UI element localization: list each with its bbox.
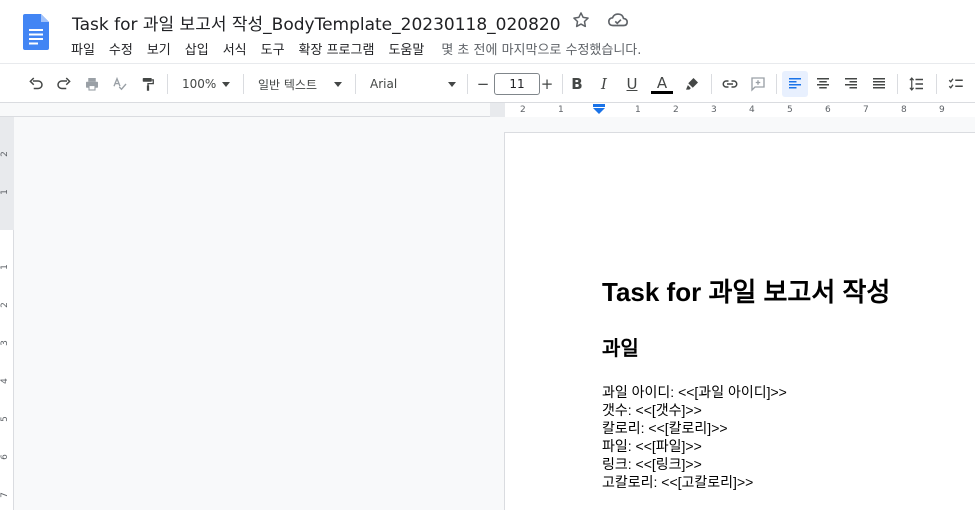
ruler-tick-label: 4 — [0, 378, 10, 384]
cloud-saved-icon[interactable] — [607, 10, 629, 30]
menu-extensions[interactable]: 확장 프로그램 — [292, 39, 382, 58]
ruler-tick-label: 8 — [901, 105, 907, 115]
highlight-color-icon[interactable] — [680, 71, 704, 97]
ruler-tick-label: 9 — [939, 105, 945, 115]
spellcheck-icon[interactable] — [108, 71, 132, 97]
menu-file[interactable]: 파일 — [64, 39, 102, 58]
last-edit-status[interactable]: 몇 초 전에 마지막으로 수정했습니다. — [441, 39, 641, 58]
underline-button[interactable]: U — [621, 71, 643, 97]
menu-format[interactable]: 서식 — [216, 39, 254, 58]
text-color-label: A — [656, 73, 668, 92]
text-color-button[interactable]: A — [650, 71, 674, 97]
bold-button[interactable]: B — [566, 71, 588, 97]
font-family-select[interactable]: Arial — [364, 71, 462, 97]
ruler-margin — [0, 117, 14, 230]
line-spacing-icon[interactable] — [905, 71, 929, 97]
toolbar-separator — [897, 74, 898, 94]
vertical-ruler[interactable]: 2 1 1 2 3 4 5 6 7 — [0, 117, 14, 510]
toolbar-separator — [467, 74, 468, 94]
toolbar-separator — [243, 74, 244, 94]
toolbar: 100% 일반 텍스트 Arial − 11 + B I U A — [0, 63, 975, 103]
align-left-icon[interactable] — [782, 71, 808, 97]
align-justify-icon[interactable] — [867, 71, 891, 97]
italic-button[interactable]: I — [593, 71, 615, 97]
document-line[interactable]: 파일: <<[파일]>> — [602, 437, 787, 455]
toolbar-separator — [167, 74, 168, 94]
menu-insert[interactable]: 삽입 — [178, 39, 216, 58]
document-title[interactable]: Task for 과일 보고서 작성_BodyTemplate_20230118… — [72, 10, 561, 35]
toolbar-separator — [711, 74, 712, 94]
ruler-tick-label: 1 — [635, 105, 641, 115]
font-size-input[interactable]: 11 — [494, 73, 540, 95]
ruler-tick-label: 1 — [0, 264, 10, 270]
chevron-down-icon — [222, 81, 231, 87]
menu-help[interactable]: 도움말 — [381, 39, 431, 58]
ruler-tick-label: 5 — [0, 416, 10, 422]
align-center-icon[interactable] — [811, 71, 835, 97]
ruler-tick-label: 7 — [0, 492, 10, 498]
ruler-tick-label: 6 — [0, 454, 10, 460]
document-line[interactable]: 갯수: <<[갯수]>> — [602, 401, 787, 419]
indent-marker-icon[interactable] — [593, 104, 605, 114]
chevron-down-icon — [334, 81, 342, 87]
toolbar-separator — [776, 74, 777, 94]
document-heading-2[interactable]: 과일 — [602, 332, 639, 361]
checklist-icon[interactable] — [944, 71, 968, 97]
ruler-tick-label: 3 — [0, 340, 10, 346]
ruler-tick-label: 2 — [673, 105, 679, 115]
ruler-tick-label: 3 — [711, 105, 717, 115]
undo-icon[interactable] — [24, 71, 48, 97]
zoom-select[interactable]: 100% — [176, 71, 236, 97]
align-right-icon[interactable] — [839, 71, 863, 97]
menu-edit[interactable]: 수정 — [102, 39, 140, 58]
chevron-down-icon — [448, 81, 456, 87]
document-line[interactable]: 칼로리: <<[칼로리]>> — [602, 419, 787, 437]
font-family-value: Arial — [370, 77, 398, 91]
toolbar-separator — [562, 74, 563, 94]
ruler-tick-label: 4 — [749, 105, 755, 115]
decrease-font-size-button[interactable]: − — [472, 71, 494, 97]
star-icon[interactable] — [571, 10, 591, 30]
add-comment-icon[interactable] — [746, 71, 770, 97]
ruler-tick-label: 1 — [558, 105, 564, 115]
ruler-tick-label: 6 — [825, 105, 831, 115]
toolbar-separator — [936, 74, 937, 94]
google-docs-logo-icon[interactable] — [23, 14, 49, 50]
redo-icon[interactable] — [52, 71, 76, 97]
menu-bar: 파일 수정 보기 삽입 서식 도구 확장 프로그램 도움말 몇 초 전에 마지막… — [64, 38, 641, 58]
increase-font-size-button[interactable]: + — [536, 71, 558, 97]
text-color-swatch — [651, 90, 673, 94]
zoom-value: 100% — [182, 77, 217, 91]
document-line[interactable]: 과일 아이디: <<[과일 아이디]>> — [602, 383, 787, 401]
paint-format-icon[interactable] — [136, 71, 160, 97]
header: Task for 과일 보고서 작성_BodyTemplate_20230118… — [0, 0, 975, 63]
horizontal-ruler[interactable]: 2 1 1 2 3 4 5 6 7 8 9 — [0, 103, 975, 117]
ruler-tick-label: 7 — [863, 105, 869, 115]
ruler-tick-label: 2 — [0, 302, 10, 308]
document-body[interactable]: 과일 아이디: <<[과일 아이디]>> 갯수: <<[갯수]>> 칼로리: <… — [602, 383, 787, 491]
document-line[interactable]: 링크: <<[링크]>> — [602, 455, 787, 473]
print-icon[interactable] — [80, 71, 104, 97]
ruler-tick-label: 5 — [787, 105, 793, 115]
ruler-tick-label: 2 — [520, 105, 526, 115]
ruler-tick-label: 2 — [0, 151, 10, 157]
link-icon[interactable] — [718, 71, 742, 97]
document-line[interactable]: 고칼로리: <<[고칼로리]>> — [602, 473, 787, 491]
ruler-margin — [490, 103, 505, 117]
document-heading-1[interactable]: Task for 과일 보고서 작성 — [602, 272, 890, 309]
toolbar-separator — [355, 74, 356, 94]
paragraph-style-select[interactable]: 일반 텍스트 — [252, 71, 348, 97]
menu-tools[interactable]: 도구 — [254, 39, 292, 58]
menu-view[interactable]: 보기 — [140, 39, 178, 58]
ruler-tick-label: 1 — [0, 189, 10, 195]
paragraph-style-value: 일반 텍스트 — [258, 77, 318, 92]
